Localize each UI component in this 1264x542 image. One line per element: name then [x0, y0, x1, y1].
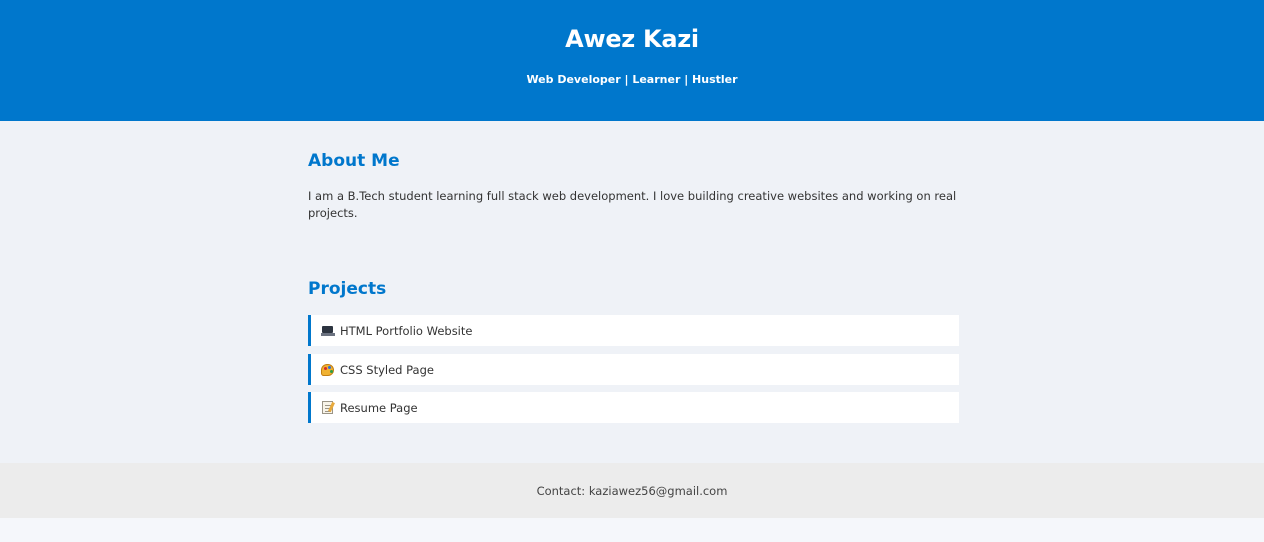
project-label: HTML Portfolio Website: [340, 323, 473, 338]
laptop-icon: [321, 324, 335, 338]
about-text: I am a B.Tech student learning full stac…: [308, 189, 957, 220]
project-item: CSS Styled Page: [308, 354, 959, 385]
about-heading: About Me: [308, 151, 400, 171]
tagline: Web Developer | Learner | Hustler: [526, 73, 738, 86]
site-header: Awez Kazi Web Developer | Learner | Hust…: [0, 0, 1264, 121]
project-label: CSS Styled Page: [340, 362, 434, 377]
main-content: About Me I am a B.Tech student learning …: [0, 121, 1264, 463]
memo-icon: [321, 400, 335, 415]
portfolio-page: Awez Kazi Web Developer | Learner | Hust…: [0, 0, 1264, 542]
contact-text: Contact: kaziawez56@gmail.com: [536, 483, 728, 498]
project-item: HTML Portfolio Website: [308, 315, 959, 346]
site-footer: Contact: kaziawez56@gmail.com: [0, 463, 1264, 518]
projects-heading: Projects: [308, 279, 387, 299]
page-title: Awez Kazi: [565, 25, 699, 53]
project-label: Resume Page: [340, 400, 418, 415]
page-bottom: [0, 518, 1264, 542]
palette-icon: [321, 363, 335, 377]
project-item: Resume Page: [308, 392, 959, 423]
